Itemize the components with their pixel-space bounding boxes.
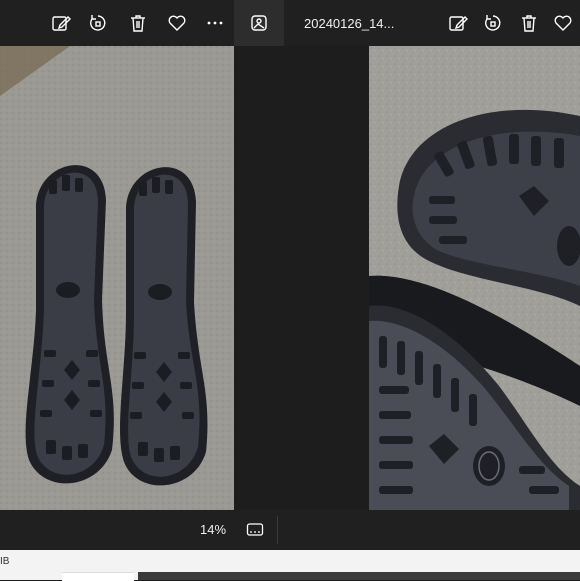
delete-icon [130, 15, 145, 32]
left-viewer-toolbar [0, 0, 234, 46]
rotate-button-right[interactable] [476, 3, 510, 43]
partial-dark-window [138, 572, 580, 580]
status-divider [277, 516, 278, 544]
delete-button[interactable] [118, 3, 156, 43]
viewer-background [234, 46, 369, 510]
viewer-status-bar [0, 510, 580, 550]
rotate-icon [90, 15, 106, 31]
favorite-button-right[interactable] [546, 3, 580, 43]
favorite-icon [168, 15, 186, 31]
file-name: 20240126_14... [304, 15, 395, 31]
partial-size-text: IB [0, 556, 10, 567]
filmstrip-icon [246, 523, 264, 536]
boot-sole-closeup-photo [369, 46, 580, 510]
rotate-icon [485, 15, 501, 31]
edit-image-icon [52, 16, 72, 31]
favorite-button[interactable] [158, 3, 196, 43]
favorite-icon [554, 15, 572, 31]
image-gallery-icon [251, 15, 267, 31]
more-icon [207, 21, 223, 25]
rotate-button[interactable] [79, 3, 117, 43]
edit-image-button-right[interactable] [441, 3, 475, 43]
filmstrip-button[interactable] [242, 518, 268, 542]
edit-image-button[interactable] [42, 3, 80, 43]
more-button[interactable] [196, 3, 234, 43]
filmstrip-toggle-area [234, 0, 284, 46]
photo-right [369, 46, 580, 510]
edit-image-icon [449, 16, 468, 31]
zoom-level[interactable]: 14% [200, 522, 226, 537]
right-viewer-toolbar: 20240126_14... [284, 0, 580, 46]
boot-soles-photo [0, 46, 234, 510]
filmstrip-toggle-button[interactable] [239, 3, 279, 43]
delete-icon [521, 15, 536, 32]
delete-button-right[interactable] [511, 3, 545, 43]
photo-left [0, 46, 234, 510]
